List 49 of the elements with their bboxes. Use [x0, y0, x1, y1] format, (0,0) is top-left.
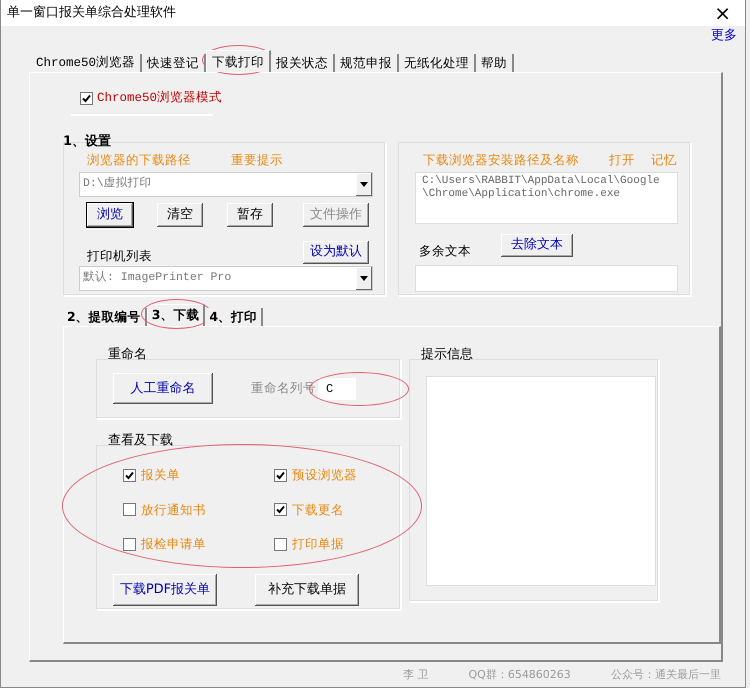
- action-button[interactable]: 暂存: [227, 202, 273, 226]
- checkbox[interactable]: [123, 503, 136, 516]
- checkbox[interactable]: [274, 468, 287, 482]
- field-label: 记忆: [651, 150, 677, 169]
- field-label: 浏览器的下载路径: [87, 150, 191, 169]
- field-label: 重要提示: [231, 150, 283, 169]
- action-button[interactable]: 浏览: [87, 202, 133, 226]
- printer-combo[interactable]: 默认: ImagePrinter Pro: [79, 266, 373, 290]
- dropdown-button[interactable]: [356, 266, 372, 290]
- path-field[interactable]: C:\Users\RABBIT\AppData\Local\Google\Chrome\Application\chrome.exe: [415, 172, 678, 224]
- tab[interactable]: 报关状态: [271, 54, 336, 72]
- combo-value: 默认: ImagePrinter Pro: [82, 270, 232, 286]
- path-combo[interactable]: D:\虚拟打印: [79, 172, 373, 196]
- field-label: 下载浏览器安装路径及名称: [423, 150, 579, 169]
- download-button[interactable]: 下载PDF报关单: [113, 574, 217, 606]
- footer-text: 李 卫: [403, 667, 428, 683]
- manual-rename-button[interactable]: 人工重命名: [113, 373, 213, 404]
- group-title: 重命名: [107, 346, 148, 363]
- extra-text-field[interactable]: [415, 264, 678, 292]
- more-link[interactable]: 更多: [711, 26, 737, 46]
- footer-text: QQ群：654860263: [468, 667, 571, 683]
- tab[interactable]: 下载打印: [206, 50, 272, 72]
- group-title: 查看及下载: [107, 432, 174, 449]
- extra-text-label: 多余文本: [419, 242, 471, 260]
- combo-value: D:\虚拟打印: [82, 176, 153, 192]
- tab[interactable]: 4、打印: [205, 308, 264, 326]
- download-button[interactable]: 补充下载单据: [255, 574, 359, 606]
- checkbox[interactable]: [274, 503, 287, 516]
- checkbox[interactable]: [123, 538, 136, 552]
- field-label: 打开: [609, 150, 635, 169]
- caret-down-icon: [360, 182, 368, 186]
- dropdown-button[interactable]: [356, 172, 372, 196]
- group-title: 提示信息: [420, 346, 474, 363]
- footer-text: 公众号：通关最后一里: [610, 667, 721, 683]
- action-button[interactable]: 清空: [157, 202, 203, 226]
- remove-text-button[interactable]: 去除文本: [501, 234, 573, 256]
- window-title: 单一窗口报关单综合处理软件: [7, 4, 176, 22]
- close-button[interactable]: ×: [706, 3, 739, 23]
- group-title: 1、设置: [63, 134, 112, 150]
- set-default-button[interactable]: 设为默认: [303, 240, 369, 264]
- rename-column-field[interactable]: C: [318, 378, 356, 400]
- printer-list-label: 打印机列表: [87, 246, 152, 265]
- caret-down-icon: [360, 276, 368, 280]
- tab[interactable]: 3、下载: [146, 304, 206, 326]
- checkbox[interactable]: [274, 538, 287, 552]
- checkbox[interactable]: [80, 92, 93, 105]
- path-value: C:\Users\RABBIT\AppData\Local\Google\Chrome\Application\chrome.exe: [422, 174, 660, 200]
- checkbox[interactable]: [123, 468, 136, 482]
- mode-checkbox-label[interactable]: Chrome50浏览器模式: [97, 89, 222, 108]
